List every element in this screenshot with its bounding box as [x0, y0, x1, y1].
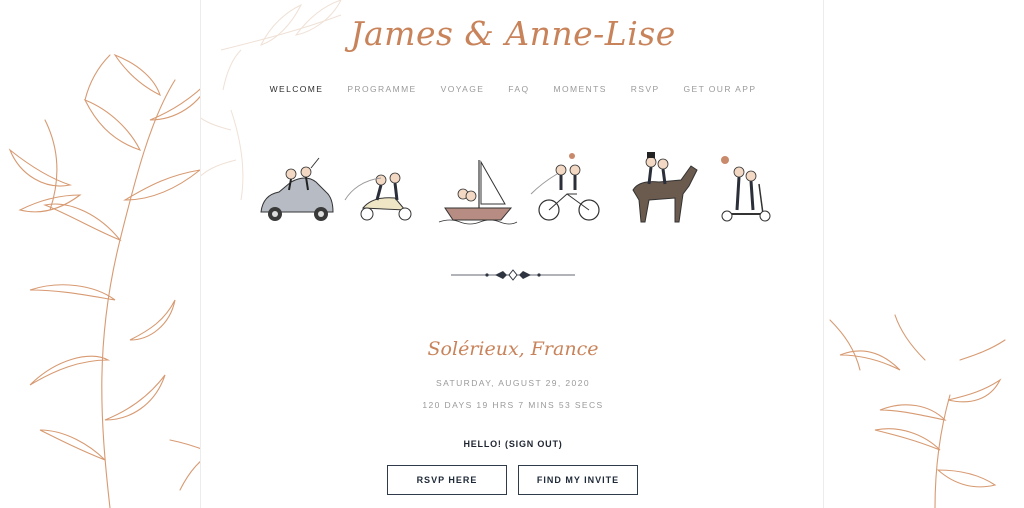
hello-text: HELLO!	[463, 439, 502, 449]
sign-out-link[interactable]: (SIGN OUT)	[505, 439, 563, 449]
nav-item-voyage[interactable]: VOYAGE	[441, 84, 485, 94]
nav-item-moments[interactable]: MOMENTS	[554, 84, 607, 94]
main-card: James & Anne-Lise WELCOME PROGRAMME VOYA…	[200, 0, 824, 508]
find-my-invite-button[interactable]: FIND MY INVITE	[518, 465, 638, 495]
couple-in-car-icon	[260, 157, 334, 221]
nav-item-faq[interactable]: FAQ	[508, 84, 529, 94]
nav-item-programme[interactable]: PROGRAMME	[347, 84, 416, 94]
couple-on-tandem-bike-icon	[530, 153, 600, 221]
nav-item-rsvp[interactable]: RSVP	[631, 84, 660, 94]
ornamental-divider	[451, 269, 575, 281]
rsvp-here-button[interactable]: RSVP HERE	[387, 465, 507, 495]
couple-in-sailboat-icon	[438, 160, 518, 225]
countdown-timer: 120 DAYS 19 HRS 7 MINS 53 SECS	[422, 400, 604, 410]
nav-item-get-our-app[interactable]: GET OUR APP	[684, 84, 757, 94]
greeting: HELLO! (SIGN OUT)	[201, 439, 825, 449]
event-date: SATURDAY, AUGUST 29, 2020	[436, 378, 590, 388]
event-location: Solérieux, France	[427, 338, 599, 360]
page-title: James & Anne-Lise	[350, 14, 676, 53]
main-navigation: WELCOME PROGRAMME VOYAGE FAQ MOMENTS RSV…	[201, 84, 825, 94]
couple-on-kick-scooter-icon	[721, 156, 771, 222]
nav-item-welcome[interactable]: WELCOME	[270, 84, 324, 94]
couple-illustrations	[260, 152, 771, 225]
couple-on-horse-icon	[632, 152, 698, 223]
couple-on-scooter-icon	[344, 172, 412, 221]
